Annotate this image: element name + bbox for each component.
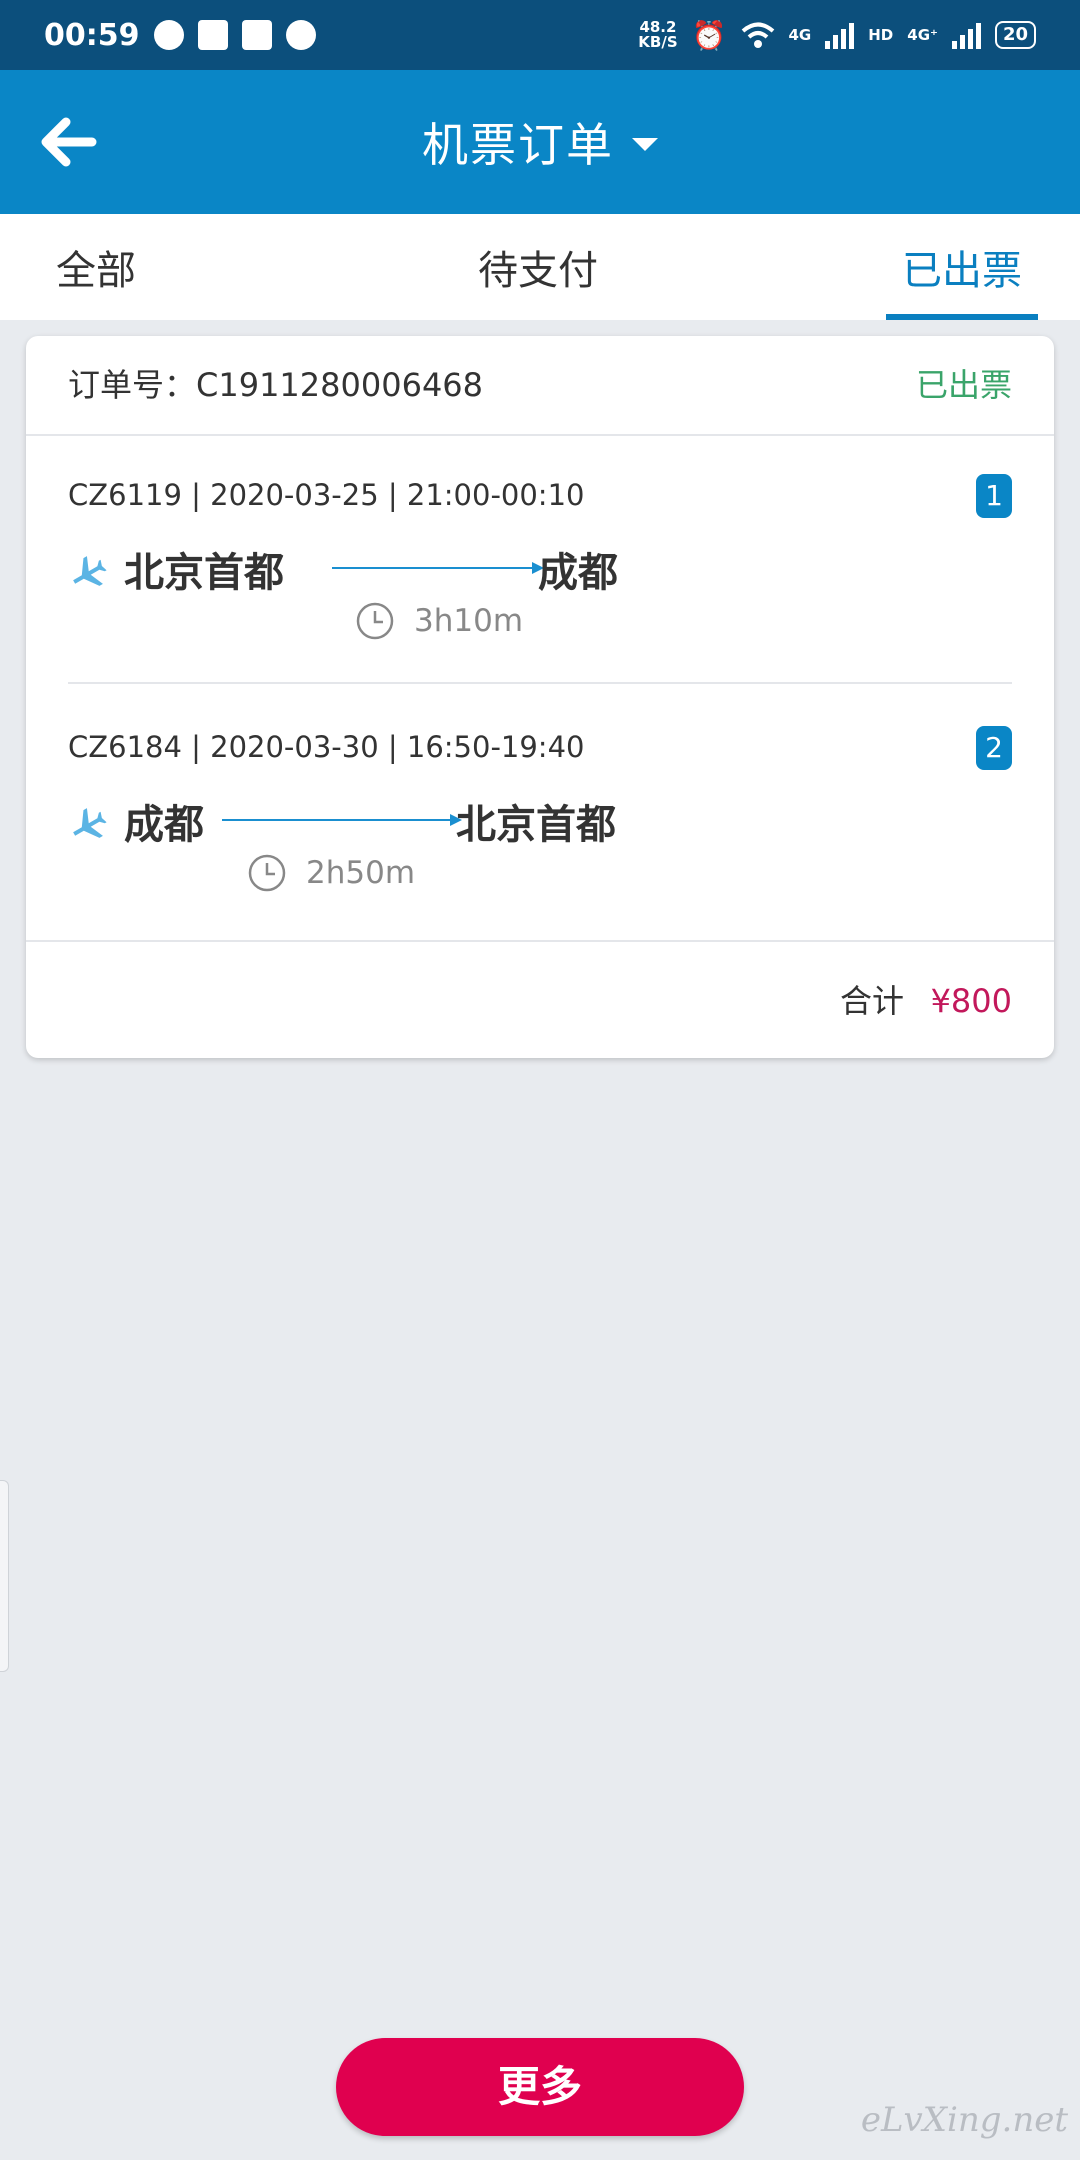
network-type-1: 4G	[788, 26, 812, 44]
route-arrow	[332, 562, 544, 574]
leg-number-badge: 1	[976, 474, 1012, 518]
tab-ticketed[interactable]: 已出票	[902, 214, 1022, 320]
app-header: 机票订单	[0, 70, 1080, 214]
status-time: 00:59	[44, 17, 140, 53]
watermark: eLvXing.net	[860, 2100, 1068, 2140]
flight-leg: CZ6119 | 2020-03-25 | 21:00-00:10 1 北京首都…	[26, 434, 1054, 684]
status-indicators: 48.2 KB/S ⏰ 4G HD 4G⁺ 20	[638, 19, 1036, 52]
signal-icon	[825, 21, 855, 49]
flight-duration: 3h10m	[414, 603, 524, 639]
route-arrow	[222, 814, 462, 826]
title-dropdown[interactable]: 机票订单	[0, 70, 1080, 214]
hd-indicator: HD	[868, 26, 894, 44]
active-tab-indicator	[886, 314, 1038, 320]
network-speed-unit: KB/S	[638, 33, 678, 51]
network-type-2: 4G⁺	[907, 26, 938, 44]
alarm-icon: ⏰	[691, 18, 727, 52]
flight-leg: CZ6184 | 2020-03-30 | 16:50-19:40 2 成都 2…	[26, 686, 1054, 936]
order-card-header: 订单号：C1911280006468 已出票	[26, 336, 1054, 436]
clock-icon	[356, 602, 394, 640]
airplane-icon	[73, 808, 107, 838]
order-card-footer: 合计 ¥800	[26, 940, 1054, 1058]
departure-city: 北京首都	[124, 550, 284, 596]
wifi-icon	[741, 22, 774, 48]
side-handle[interactable]	[0, 1480, 9, 1672]
clock-icon	[248, 854, 286, 892]
flight-info: CZ6119 | 2020-03-25 | 21:00-00:10	[68, 478, 585, 512]
page-title: 机票订单	[422, 118, 614, 172]
flight-info: CZ6184 | 2020-03-30 | 16:50-19:40	[68, 730, 585, 764]
chat-notification-icon	[153, 20, 184, 50]
order-status-badge: 已出票	[915, 366, 1012, 404]
caret-down-icon	[632, 137, 658, 151]
battery-icon: 20	[994, 21, 1036, 49]
leg-number-badge: 2	[976, 726, 1012, 770]
more-button[interactable]: 更多	[336, 2038, 744, 2136]
arrival-city: 北京首都	[456, 802, 616, 848]
leg-divider	[68, 682, 1012, 684]
status-bar: 00:59 48.2 KB/S ⏰ 4G HD 4G⁺ 20	[0, 0, 1080, 70]
tab-all[interactable]: 全部	[56, 214, 136, 320]
total-price: ¥800	[930, 982, 1012, 1020]
alipay-notification-icon	[197, 20, 228, 50]
tab-pending-payment[interactable]: 待支付	[478, 214, 598, 320]
upload-notification-icon	[241, 20, 272, 50]
message-notification-icon	[285, 20, 316, 50]
total-label: 合计	[839, 982, 904, 1020]
battery-level: 20	[1002, 24, 1028, 45]
signal-icon-2	[951, 21, 981, 49]
airplane-icon	[73, 556, 107, 586]
departure-city: 成都	[124, 802, 204, 848]
flight-duration: 2h50m	[306, 855, 416, 891]
order-card[interactable]: 订单号：C1911280006468 已出票 CZ6119 | 2020-03-…	[26, 336, 1054, 1058]
arrival-city: 成都	[538, 550, 618, 596]
network-speed: 48.2 KB/S	[638, 20, 677, 50]
order-number: 订单号：C1911280006468	[68, 366, 484, 404]
order-tabs: 全部 待支付 已出票	[0, 214, 1080, 320]
